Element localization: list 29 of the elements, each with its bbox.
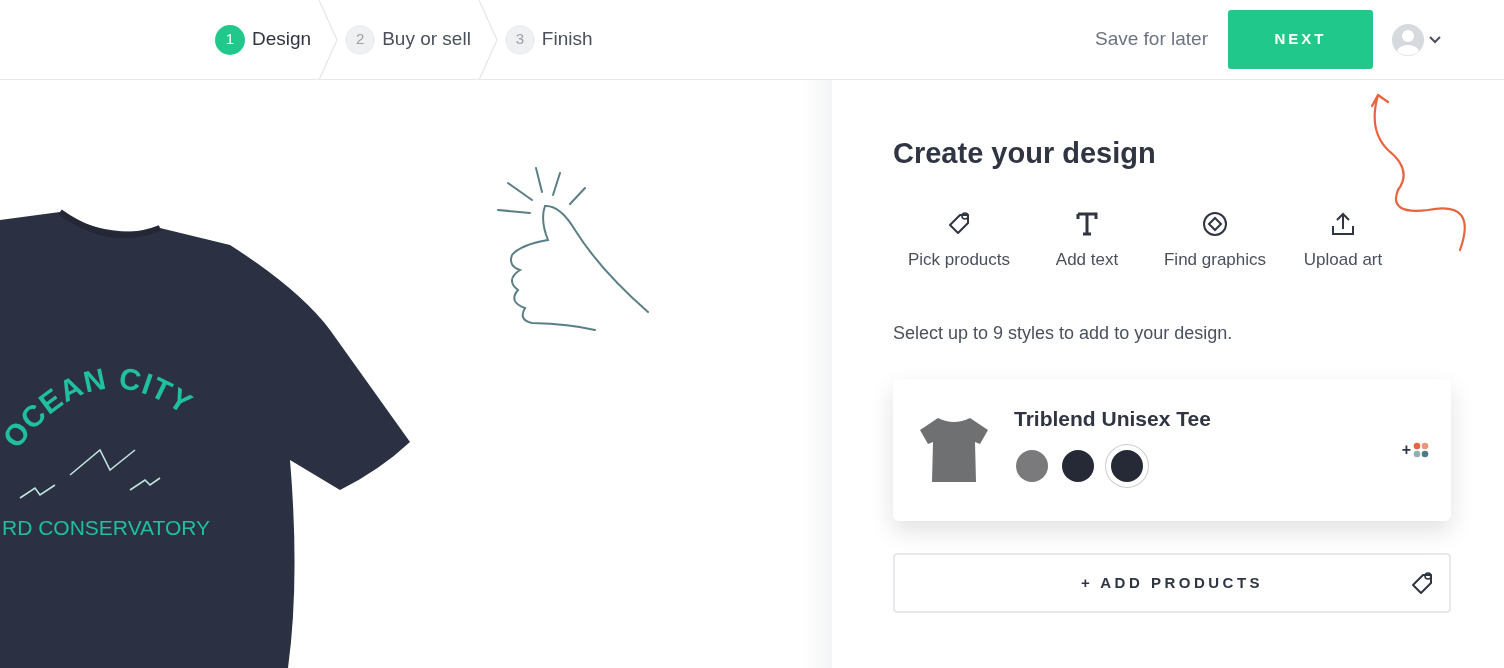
tag-icon <box>1409 571 1435 597</box>
product-card[interactable]: Triblend Unisex Tee + <box>893 379 1451 521</box>
step-number: 3 <box>504 24 535 55</box>
color-dots-icon <box>1413 442 1429 458</box>
upload-icon <box>1330 210 1356 237</box>
color-swatch[interactable] <box>1062 449 1094 482</box>
tool-button[interactable]: Upload art <box>1285 210 1401 272</box>
color-swatch[interactable] <box>1106 444 1148 487</box>
avatar-icon <box>1392 23 1424 56</box>
step-number: 2 <box>345 24 376 55</box>
add-products-button[interactable]: + ADD PRODUCTS <box>893 553 1451 613</box>
step-number: 1 <box>215 24 245 55</box>
tool-button[interactable]: Pick products <box>901 210 1017 272</box>
tag-icon <box>946 210 972 237</box>
letter-t-icon <box>1074 210 1100 237</box>
color-swatch[interactable] <box>1016 449 1048 482</box>
step-label[interactable]: Buy or sell <box>382 25 471 54</box>
t-shirt-thumbnail <box>918 416 990 484</box>
save-for-later-link[interactable]: Save for later <box>1095 25 1208 54</box>
product-name: Triblend Unisex Tee <box>1014 406 1211 433</box>
caret-icon <box>1428 34 1442 45</box>
instruction-text: Select up to 9 styles to add to your design. <box>893 322 1234 345</box>
panel-title: Create your design <box>893 136 1157 171</box>
step-label[interactable]: Design <box>252 25 312 54</box>
tool-button[interactable]: Add text <box>1029 210 1145 272</box>
step-label[interactable]: Finish <box>541 25 593 54</box>
tool-button[interactable]: Find graphics <box>1157 210 1273 272</box>
diamond-circle-icon <box>1202 210 1228 237</box>
more-colors-button[interactable]: + <box>1401 438 1429 462</box>
